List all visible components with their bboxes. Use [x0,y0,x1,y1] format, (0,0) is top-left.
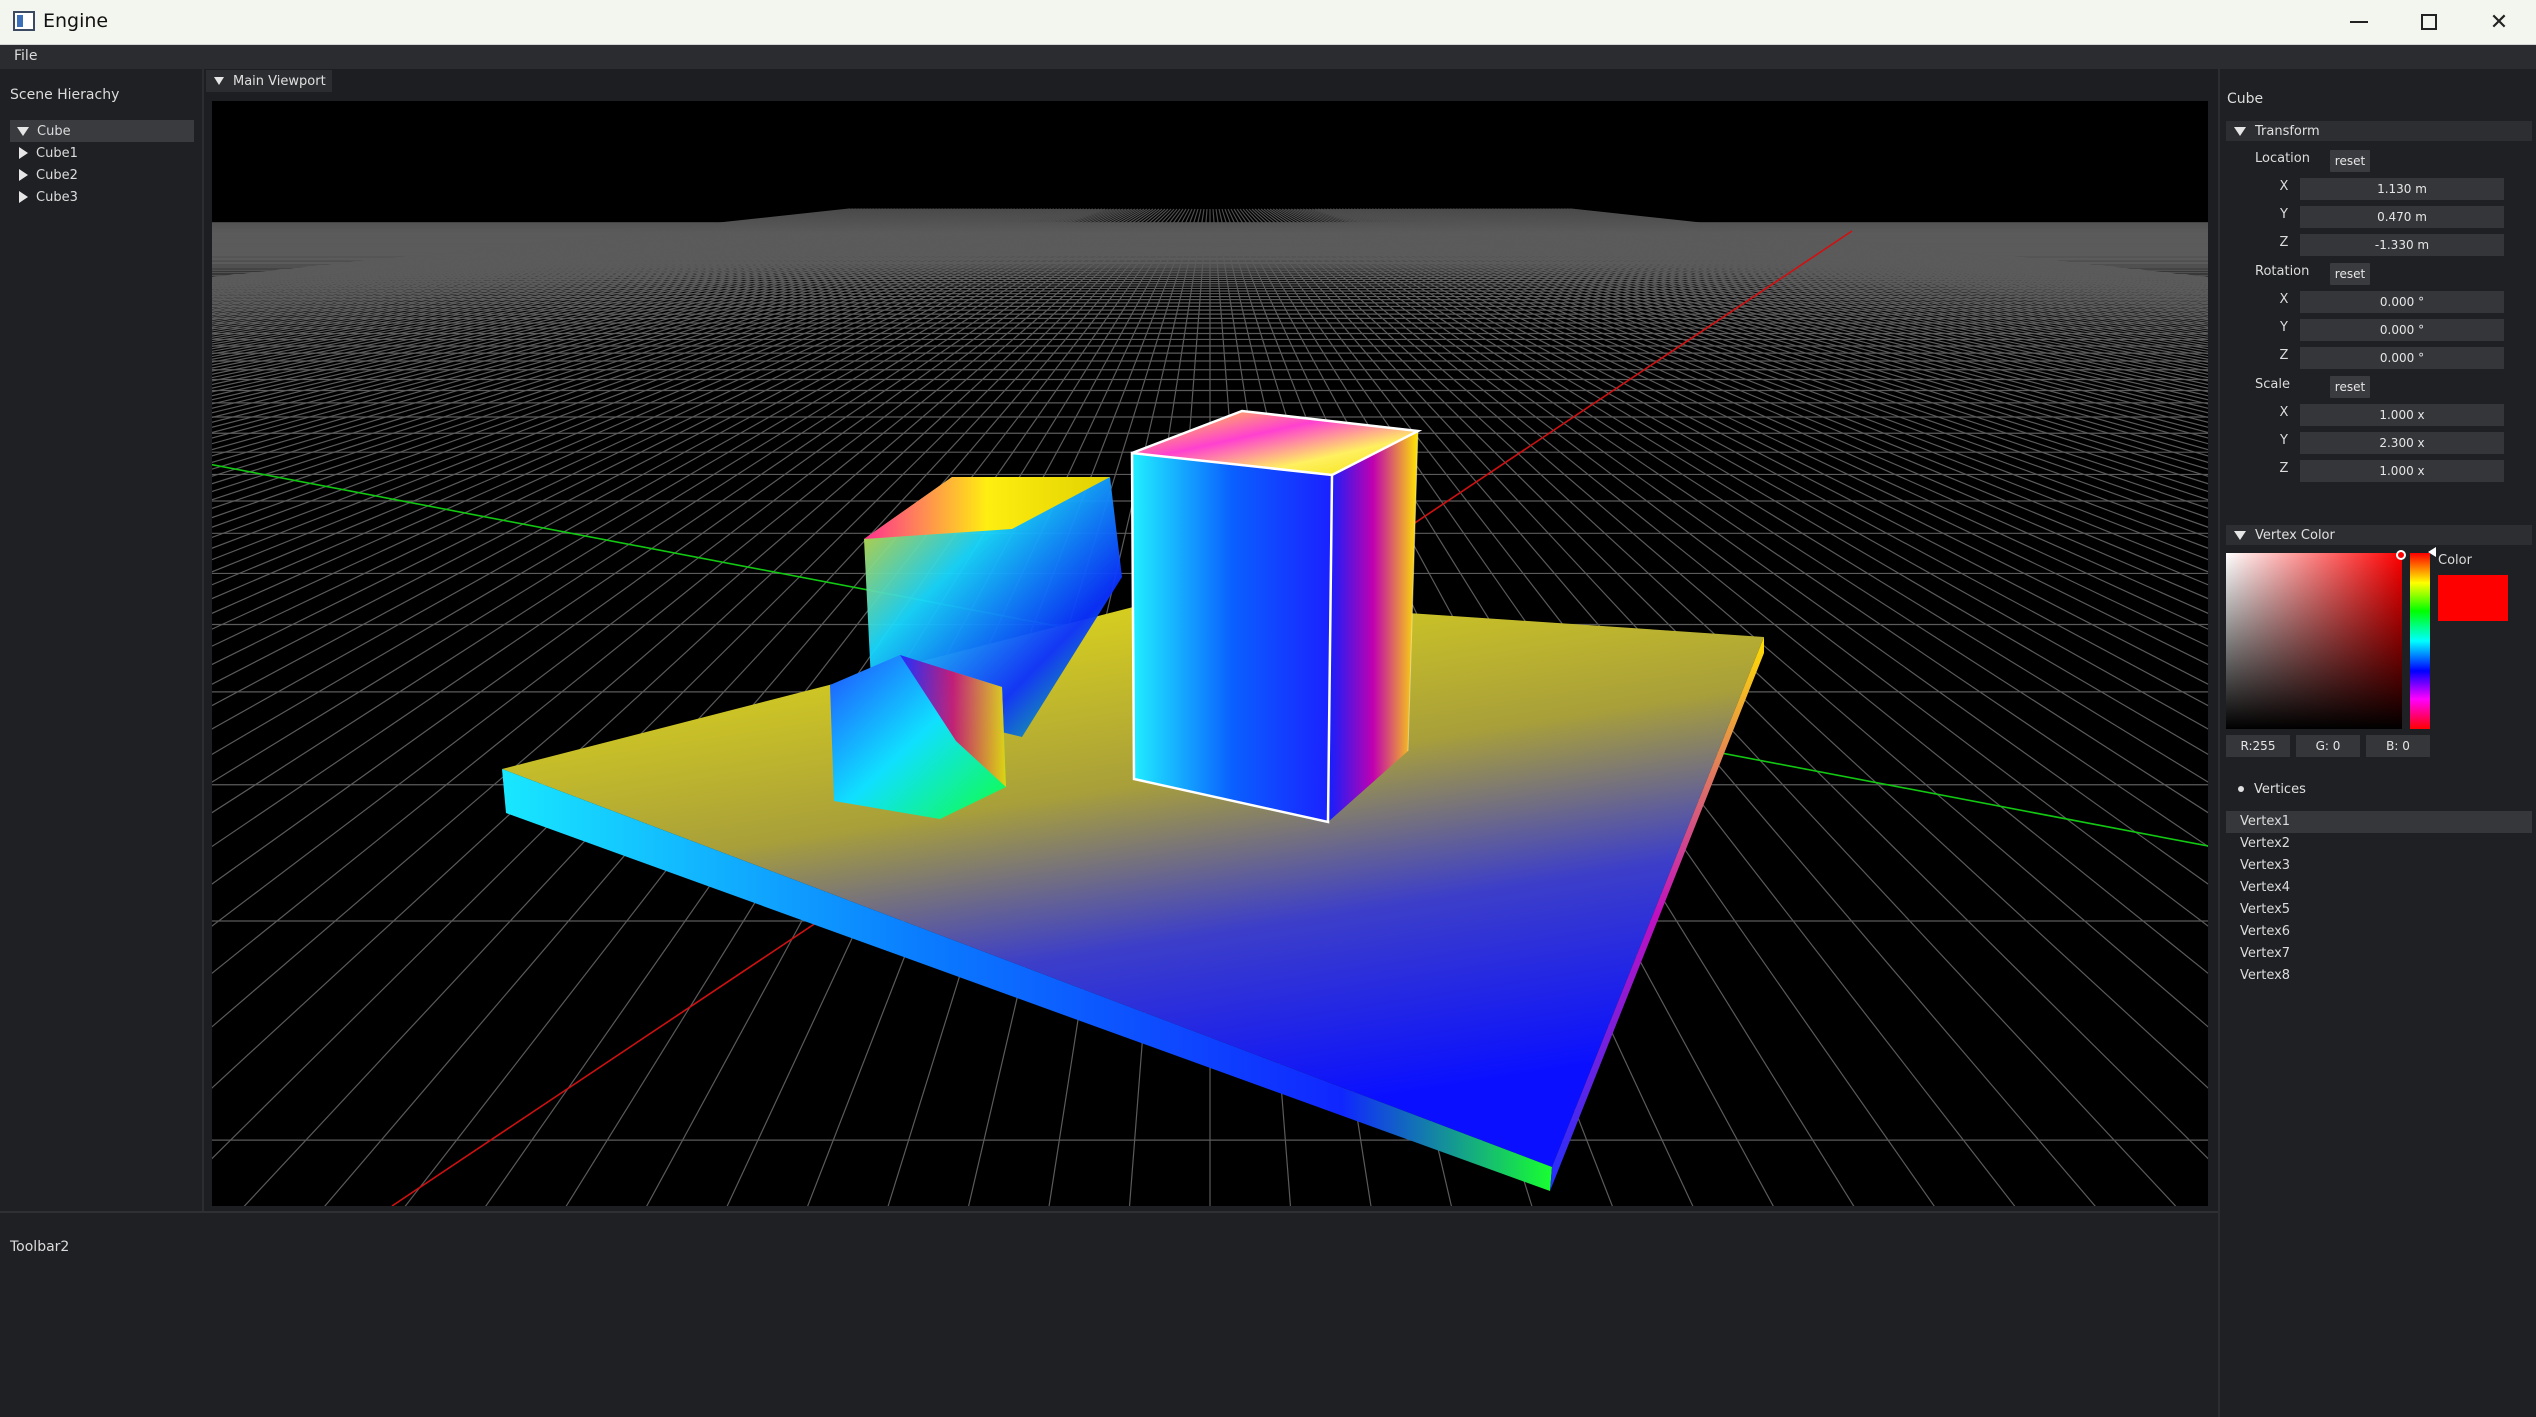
tree-item-label: Cube1 [36,145,78,161]
vertex-item[interactable]: Vertex8 [2226,965,2532,987]
axis-y-label: Y [2280,207,2288,222]
panel-title: Scene Hierachy [10,87,120,103]
tab-main-viewport[interactable]: Main Viewport [206,70,332,92]
expand-arrow-icon[interactable] [17,126,29,136]
tree-item-cube2[interactable]: Cube2 [10,164,194,186]
selected-object-name: Cube [2227,91,2264,107]
rotation-y-field[interactable]: 0.000 ° [2300,319,2504,341]
axis-y-label: Y [2280,433,2288,448]
red-field[interactable]: R:255 [2226,735,2290,757]
window-title: Engine [43,10,109,32]
tree-item-cube[interactable]: Cube [10,120,194,142]
vertex-item[interactable]: Vertex4 [2226,877,2532,899]
hue-slider[interactable] [2410,553,2430,729]
scene-render [212,101,2208,1206]
axis-x-label: X [2279,179,2289,194]
collapse-arrow-icon[interactable] [19,191,28,203]
location-label: Location [2255,151,2310,166]
location-y-field[interactable]: 0.470 m [2300,206,2504,228]
tree-item-label: Cube2 [36,167,78,183]
vertices-section-header[interactable]: Vertices [2226,779,2532,799]
minimize-icon [2350,21,2368,23]
inspector-panel: Cube Transform Location reset X 1.130 m … [2218,69,2536,1417]
tree-item-cube3[interactable]: Cube3 [10,186,194,208]
scale-label: Scale [2255,377,2290,392]
window-title-bar[interactable]: Engine ✕ [0,0,2536,45]
axis-y-label: Y [2280,320,2288,335]
section-title: Vertices [2254,781,2306,797]
bullet-icon [2238,786,2244,792]
rotation-x-field[interactable]: 0.000 ° [2300,291,2504,313]
tree-item-label: Cube [37,123,71,139]
menu-bar: File [0,45,2536,69]
axis-z-label: Z [2279,348,2289,363]
axis-x-label: X [2279,292,2289,307]
vertex-color-section-header[interactable]: Vertex Color [2226,525,2532,545]
collapse-arrow-icon[interactable] [2234,530,2246,540]
toolbar2-panel: Toolbar2 [0,1211,2218,1417]
color-swatch[interactable] [2438,575,2508,621]
vertex-item[interactable]: Vertex5 [2226,899,2532,921]
rotation-label: Rotation [2255,264,2310,279]
panel-title: Toolbar2 [10,1239,70,1255]
scene-tree: Cube Cube1 Cube2 Cube3 [10,120,194,208]
scene-hierarchy-panel: Scene Hierachy Cube Cube1 Cube2 Cube3 [0,69,204,1211]
vertex-item[interactable]: Vertex3 [2226,855,2532,877]
tree-item-label: Cube3 [36,189,78,205]
axis-z-label: Z [2279,461,2289,476]
vertex-list: Vertex1 Vertex2 Vertex3 Vertex4 Vertex5 … [2226,811,2532,987]
section-title: Vertex Color [2255,527,2335,543]
menu-file[interactable]: File [14,48,37,64]
tree-item-cube1[interactable]: Cube1 [10,142,194,164]
collapse-arrow-icon[interactable] [19,169,28,181]
minimize-button[interactable] [2324,0,2394,44]
main-viewport-panel: Main Viewport [204,69,2218,1211]
axis-z-label: Z [2279,235,2289,250]
maximize-icon [2421,14,2437,30]
close-icon: ✕ [2489,9,2509,35]
3d-viewport[interactable] [212,101,2208,1206]
scale-reset-button[interactable]: reset [2330,376,2370,398]
collapse-arrow-icon[interactable] [2234,126,2246,136]
vertex-item[interactable]: Vertex2 [2226,833,2532,855]
vertex-item[interactable]: Vertex1 [2226,811,2532,833]
axis-x-label: X [2279,405,2289,420]
tab-label: Main Viewport [233,73,326,89]
scale-z-field[interactable]: 1.000 x [2300,460,2504,482]
hue-marker-icon[interactable] [2428,547,2436,557]
location-reset-button[interactable]: reset [2330,150,2370,172]
dropdown-arrow-icon[interactable] [214,77,224,85]
blue-field[interactable]: B: 0 [2366,735,2430,757]
scale-y-field[interactable]: 2.300 x [2300,432,2504,454]
green-field[interactable]: G: 0 [2296,735,2360,757]
saturation-value-picker[interactable] [2226,550,2406,729]
scale-x-field[interactable]: 1.000 x [2300,404,2504,426]
location-z-field[interactable]: -1.330 m [2300,234,2504,256]
collapse-arrow-icon[interactable] [19,147,28,159]
app-icon [13,11,35,31]
transform-section-header[interactable]: Transform [2226,121,2532,141]
section-title: Transform [2255,123,2320,139]
rotation-z-field[interactable]: 0.000 ° [2300,347,2504,369]
picker-cursor[interactable] [2396,550,2406,560]
close-button[interactable]: ✕ [2464,0,2534,44]
vertex-item[interactable]: Vertex7 [2226,943,2532,965]
location-x-field[interactable]: 1.130 m [2300,178,2504,200]
color-label: Color [2438,553,2472,568]
rotation-reset-button[interactable]: reset [2330,263,2370,285]
maximize-button[interactable] [2394,0,2464,44]
vertex-item[interactable]: Vertex6 [2226,921,2532,943]
